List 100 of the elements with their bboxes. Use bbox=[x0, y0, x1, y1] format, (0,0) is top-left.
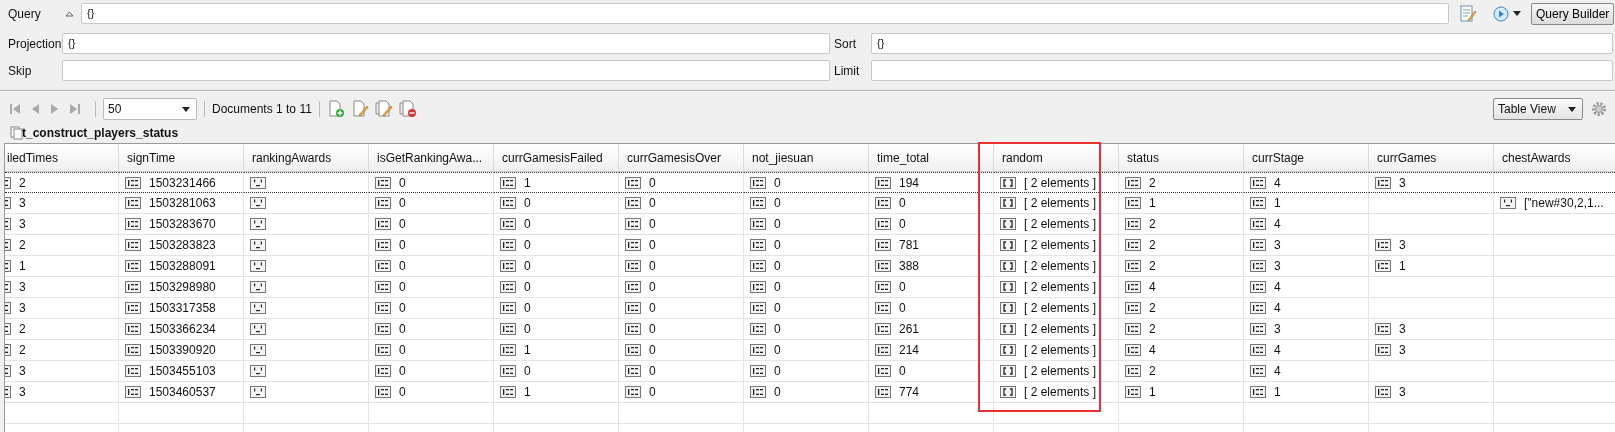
number-type-icon bbox=[750, 197, 766, 209]
number-type-icon bbox=[625, 197, 641, 209]
bracket-type-icon bbox=[1000, 239, 1016, 251]
table-cell: [ 2 elements ] bbox=[994, 382, 1119, 403]
number-type-icon bbox=[1125, 365, 1141, 377]
number-type-icon bbox=[1125, 386, 1141, 398]
skip-field[interactable] bbox=[62, 60, 830, 81]
table-cell: 4 bbox=[1244, 340, 1369, 361]
table-cell: 0 bbox=[494, 319, 619, 340]
number-type-icon bbox=[1250, 365, 1266, 377]
number-type-icon bbox=[375, 302, 391, 314]
table-cell: 1503460537 bbox=[119, 382, 244, 403]
page-size-dropdown[interactable]: 50 bbox=[103, 98, 197, 120]
edit-document-icon[interactable] bbox=[350, 100, 369, 118]
number-type-icon bbox=[500, 218, 516, 230]
column-header[interactable]: currGames bbox=[1369, 144, 1494, 172]
settings-icon[interactable] bbox=[1591, 101, 1607, 117]
number-type-icon bbox=[1250, 176, 1266, 189]
table-cell: 1 bbox=[494, 172, 619, 193]
table-cell: 0 bbox=[369, 235, 494, 256]
query-field[interactable]: {} bbox=[81, 3, 1449, 24]
column-header[interactable]: isGetRankingAwa... bbox=[369, 144, 494, 172]
table-cell: [ 2 elements ] bbox=[994, 319, 1119, 340]
first-page-icon[interactable] bbox=[8, 102, 22, 116]
column-header[interactable]: currGamesisFailed bbox=[494, 144, 619, 172]
table-cell: 0 bbox=[494, 298, 619, 319]
number-type-icon bbox=[375, 323, 391, 335]
table-cell: [ 2 elements ] bbox=[994, 235, 1119, 256]
table-cell: 0 bbox=[494, 214, 619, 235]
table-cell: 0 bbox=[744, 382, 869, 403]
table-cell: 0 bbox=[619, 214, 744, 235]
table-cell: 2 bbox=[5, 340, 119, 361]
table-cell: [ 2 elements ] bbox=[994, 193, 1119, 214]
column-header[interactable]: time_total bbox=[869, 144, 994, 172]
query-builder-button[interactable]: Query Builder bbox=[1531, 2, 1615, 25]
table-cell: 3 bbox=[5, 298, 119, 319]
table-cell: 0 bbox=[369, 382, 494, 403]
table-cell: 4 bbox=[1244, 277, 1369, 298]
number-type-icon bbox=[875, 344, 891, 356]
table-cell: 2 bbox=[1119, 235, 1244, 256]
column-header[interactable]: status bbox=[1119, 144, 1244, 172]
table-cell: 0 bbox=[369, 340, 494, 361]
number-type-icon bbox=[375, 281, 391, 293]
number-type-icon bbox=[625, 365, 641, 377]
table-cell: [ 2 elements ] bbox=[994, 361, 1119, 382]
limit-field[interactable] bbox=[871, 60, 1613, 81]
column-header[interactable]: rankingAwards bbox=[244, 144, 369, 172]
delete-document-icon[interactable] bbox=[398, 100, 417, 118]
number-type-icon bbox=[625, 344, 641, 356]
add-document-icon[interactable] bbox=[326, 100, 345, 118]
number-type-icon bbox=[750, 218, 766, 230]
number-type-icon bbox=[125, 218, 141, 230]
table-cell: 4 bbox=[1244, 172, 1369, 193]
number-type-icon bbox=[875, 218, 891, 230]
table-cell: 1 bbox=[5, 256, 119, 277]
table-cell: ["new#30,2,1... bbox=[1494, 193, 1615, 214]
column-header[interactable]: signTime bbox=[119, 144, 244, 172]
column-header[interactable]: not_jiesuan bbox=[744, 144, 869, 172]
number-type-icon bbox=[750, 344, 766, 356]
last-page-icon[interactable] bbox=[68, 102, 82, 116]
table-cell: [ 2 elements ] bbox=[994, 256, 1119, 277]
sort-field[interactable]: {} bbox=[871, 33, 1613, 54]
edit-documents-icon[interactable] bbox=[374, 100, 393, 118]
column-header[interactable]: random bbox=[994, 144, 1119, 172]
number-type-icon bbox=[375, 260, 391, 272]
quote-type-icon bbox=[250, 365, 266, 377]
column-header[interactable]: currGamesisOver bbox=[619, 144, 744, 172]
table-cell: 4 bbox=[1119, 340, 1244, 361]
number-type-icon bbox=[1375, 386, 1391, 398]
number-type-icon bbox=[875, 302, 891, 314]
skip-label: Skip bbox=[8, 63, 33, 78]
table-cell: 0 bbox=[369, 361, 494, 382]
collapse-icon[interactable] bbox=[65, 10, 74, 17]
edit-icon[interactable] bbox=[1459, 4, 1477, 23]
table-cell: [ 2 elements ] bbox=[994, 277, 1119, 298]
column-header[interactable]: currStage bbox=[1244, 144, 1369, 172]
number-type-icon bbox=[500, 176, 516, 189]
view-mode-dropdown[interactable]: Table View bbox=[1493, 98, 1583, 120]
number-type-icon bbox=[1125, 176, 1141, 189]
caret-icon[interactable] bbox=[1513, 11, 1521, 16]
number-type-icon bbox=[500, 365, 516, 377]
table-cell: 0 bbox=[744, 277, 869, 298]
collection-name: t_construct_players_status bbox=[22, 126, 179, 140]
number-type-icon bbox=[750, 302, 766, 314]
table-cell: 0 bbox=[869, 214, 994, 235]
table-cell: 0 bbox=[744, 361, 869, 382]
limit-label: Limit bbox=[833, 63, 861, 78]
table-cell: 0 bbox=[369, 214, 494, 235]
number-type-icon bbox=[125, 176, 141, 189]
number-type-icon bbox=[1250, 218, 1266, 230]
table-cell: 1 bbox=[1244, 193, 1369, 214]
number-type-icon bbox=[500, 260, 516, 272]
number-type-icon bbox=[500, 197, 516, 209]
number-type-icon bbox=[875, 239, 891, 251]
projection-field[interactable]: {} bbox=[62, 33, 830, 54]
bracket-type-icon bbox=[1000, 323, 1016, 335]
number-type-icon bbox=[1125, 344, 1141, 356]
number-type-icon bbox=[875, 260, 891, 272]
column-header[interactable]: iledTimes bbox=[5, 144, 119, 172]
table-cell: 3 bbox=[1244, 235, 1369, 256]
